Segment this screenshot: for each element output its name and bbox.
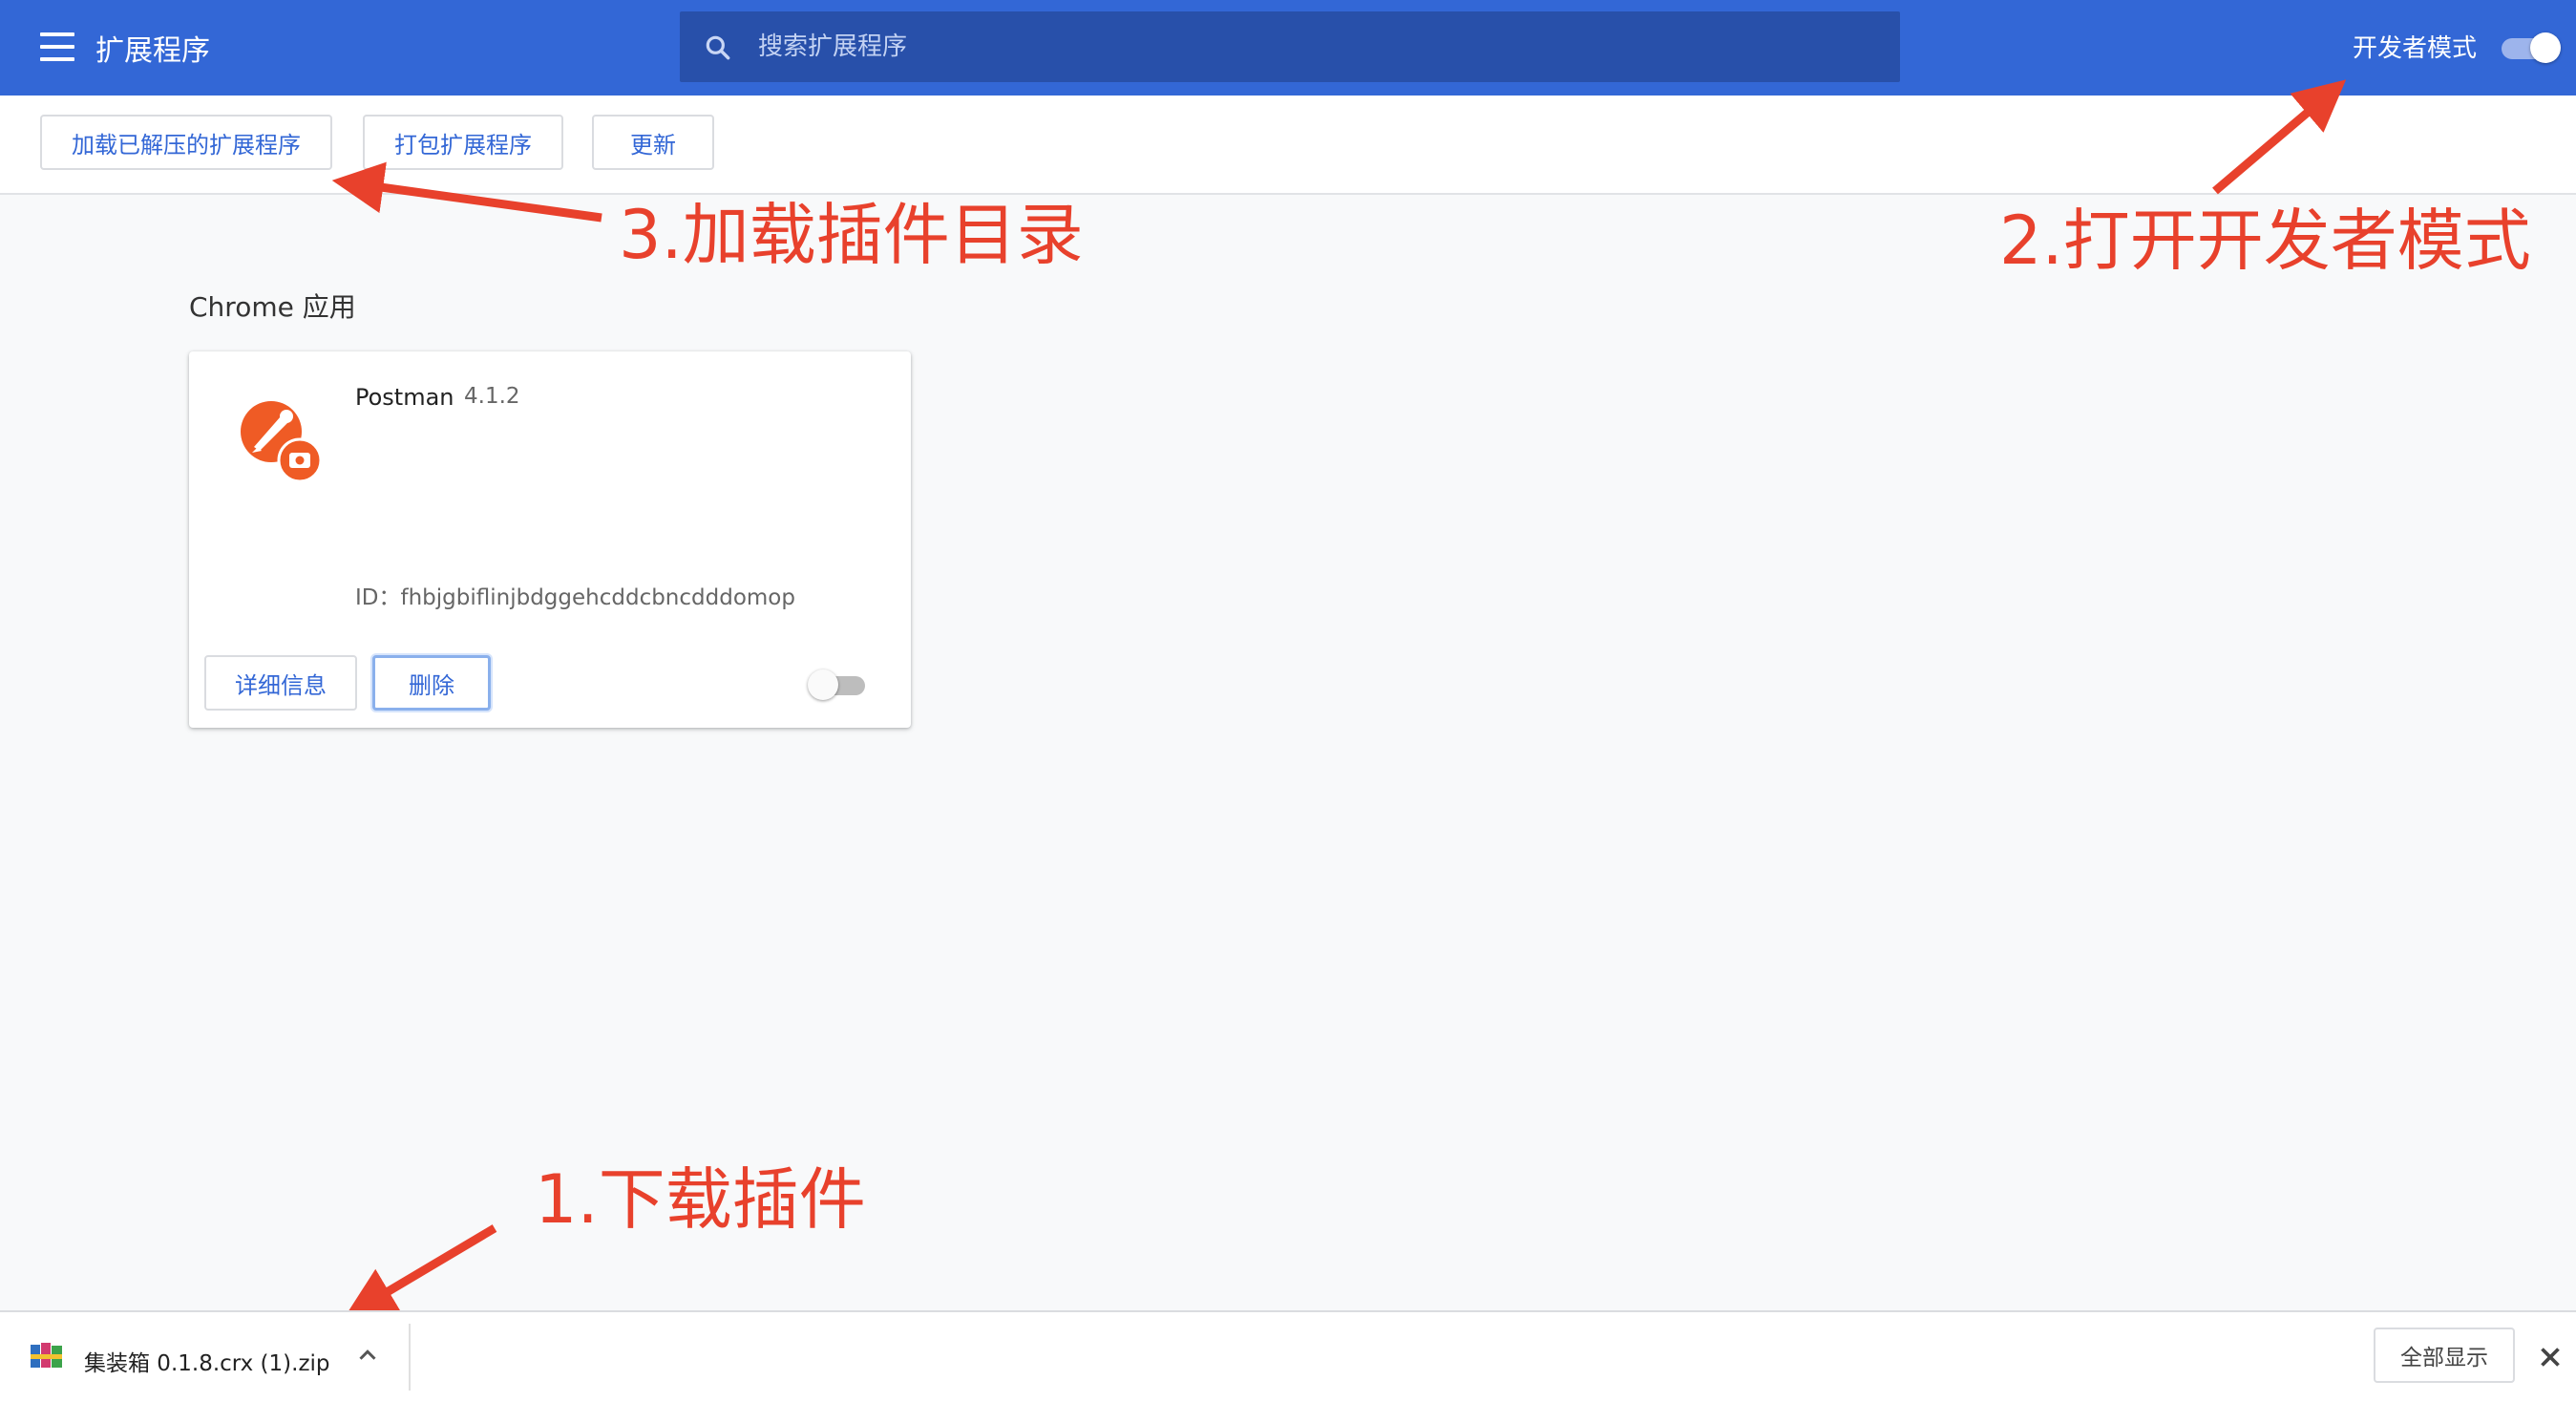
search-box[interactable] [680,11,1900,82]
page-title: 扩展程序 [95,34,210,68]
developer-mode-label: 开发者模式 [2353,34,2478,63]
postman-icon [241,401,323,483]
hamburger-menu-icon[interactable] [40,32,74,61]
app-enable-toggle[interactable] [808,669,867,701]
annotation-step3: 3.加载插件目录 [619,196,1084,274]
pack-extension-button[interactable]: 打包扩展程序 [363,115,563,170]
search-icon [706,35,730,60]
developer-mode-toggle[interactable] [2502,31,2561,65]
app-card: Postman 4.1.2 ID：fhbjgbiflinjbdggehcddcb… [189,351,911,728]
download-item[interactable]: 集装箱 0.1.8.crx (1).zip [0,1312,409,1402]
section-title: Chrome 应用 [189,291,356,323]
close-icon[interactable] [2534,1341,2566,1373]
show-all-button[interactable]: 全部显示 [2374,1328,2515,1383]
load-unpacked-button[interactable]: 加载已解压的扩展程序 [40,115,332,170]
search-input[interactable] [756,27,1868,67]
chevron-up-icon[interactable] [353,1341,382,1370]
remove-button[interactable]: 删除 [372,655,491,711]
app-name: Postman [355,384,454,411]
top-header-bar: 扩展程序 开发者模式 [0,0,2576,96]
winrar-archive-icon [31,1343,62,1368]
update-button[interactable]: 更新 [592,115,714,170]
arrow-step1 [344,1224,497,1318]
annotation-step1: 1.下载插件 [535,1160,866,1239]
developer-toolbar: 加载已解压的扩展程序 打包扩展程序 更新 [0,96,2576,195]
shelf-divider [409,1324,411,1391]
app-id: ID：fhbjgbiflinjbdggehcddcbncdddomop [355,585,795,610]
app-version: 4.1.2 [464,384,520,409]
annotation-step2: 2.打开开发者模式 [1999,202,2531,280]
details-button[interactable]: 详细信息 [204,655,357,711]
download-filename: 集装箱 0.1.8.crx (1).zip [84,1351,330,1376]
download-shelf: 集装箱 0.1.8.crx (1).zip 全部显示 [0,1310,2576,1402]
